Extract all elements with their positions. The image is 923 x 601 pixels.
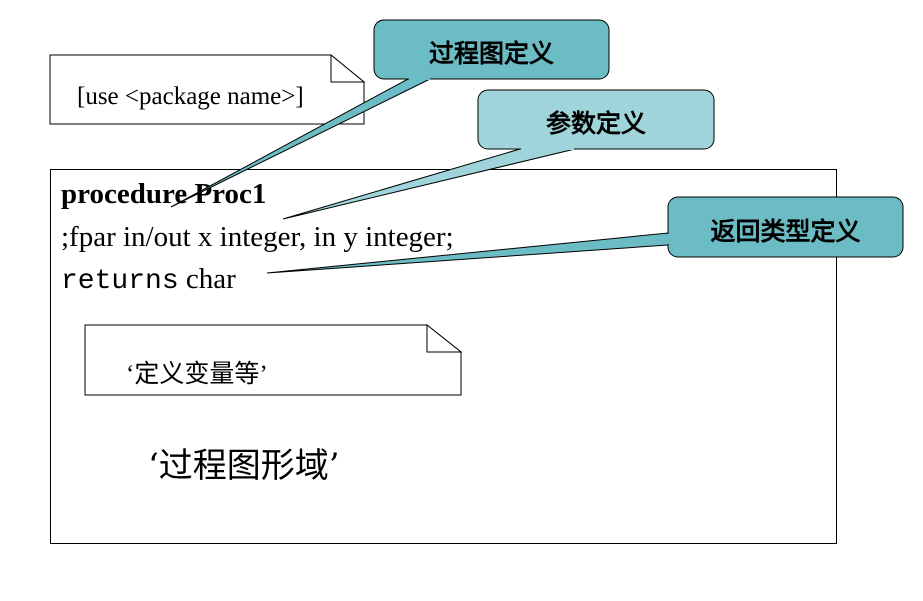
return-def-callout-label: 返回类型定义 xyxy=(710,217,861,246)
param-def-callout-label: 参数定义 xyxy=(545,109,646,138)
procedure-def-callout-label: 过程图定义 xyxy=(428,39,554,68)
callouts-shapes xyxy=(170,19,904,274)
